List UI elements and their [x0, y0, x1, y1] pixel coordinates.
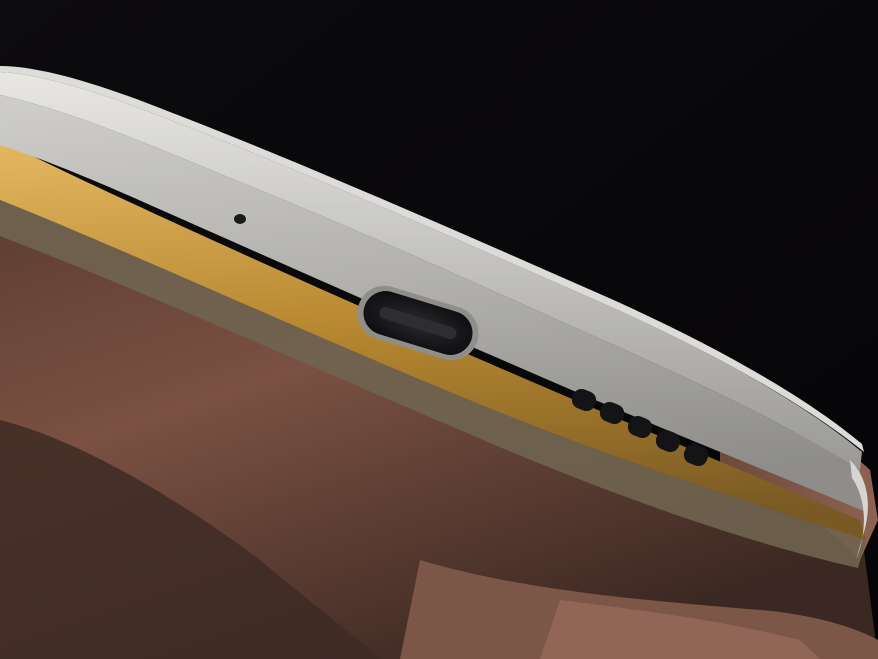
photo-scene — [0, 0, 878, 659]
microphone-hole-icon — [234, 214, 246, 224]
phone-photo — [0, 0, 878, 659]
